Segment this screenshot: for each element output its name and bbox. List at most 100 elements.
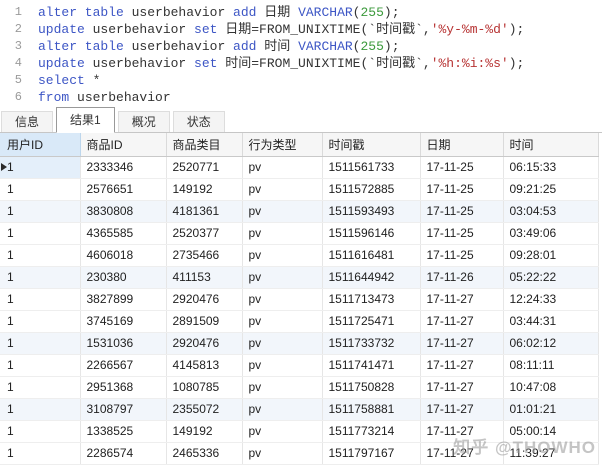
table-cell[interactable]: 4181361	[166, 200, 242, 222]
table-cell[interactable]: 1511644942	[322, 266, 420, 288]
table-cell[interactable]: 06:15:33	[503, 156, 598, 178]
column-header-用户ID[interactable]: 用户ID	[0, 133, 80, 156]
table-row[interactable]: 129513681080785pv151175082817-11-2710:47…	[0, 376, 598, 398]
table-row[interactable]: 131087972355072pv151175888117-11-2701:01…	[0, 398, 598, 420]
table-cell[interactable]: 3745169	[80, 310, 166, 332]
table-cell[interactable]: 1	[0, 222, 80, 244]
table-cell[interactable]: 06:02:12	[503, 332, 598, 354]
table-cell[interactable]: 2576651	[80, 178, 166, 200]
table-row[interactable]: 12576651149192pv151157288517-11-2509:21:…	[0, 178, 598, 200]
table-cell[interactable]: pv	[242, 310, 322, 332]
table-cell[interactable]: 1511596146	[322, 222, 420, 244]
table-cell[interactable]: 1511741471	[322, 354, 420, 376]
table-row[interactable]: 11338525149192pv151177321417-11-2705:00:…	[0, 420, 598, 442]
table-row[interactable]: 146060182735466pv151161648117-11-2509:28…	[0, 244, 598, 266]
table-cell[interactable]: 11:39:27	[503, 442, 598, 464]
table-cell[interactable]: 149192	[166, 178, 242, 200]
table-cell[interactable]: 03:04:53	[503, 200, 598, 222]
table-cell[interactable]: 411153	[166, 266, 242, 288]
table-cell[interactable]: pv	[242, 156, 322, 178]
table-cell[interactable]: 1	[0, 354, 80, 376]
table-cell[interactable]: 03:44:31	[503, 310, 598, 332]
table-cell[interactable]: 1	[0, 310, 80, 332]
table-cell[interactable]: 1531036	[80, 332, 166, 354]
table-cell[interactable]: 1511733732	[322, 332, 420, 354]
table-cell[interactable]: 230380	[80, 266, 166, 288]
table-row[interactable]: 122665674145813pv151174147117-11-2708:11…	[0, 354, 598, 376]
table-cell[interactable]: 1	[0, 442, 80, 464]
table-cell[interactable]: 1	[0, 288, 80, 310]
table-cell[interactable]: 1	[0, 376, 80, 398]
table-cell[interactable]: 1511616481	[322, 244, 420, 266]
table-cell[interactable]: 08:11:11	[503, 354, 598, 376]
table-cell[interactable]: pv	[242, 266, 322, 288]
table-cell[interactable]: 1511773214	[322, 420, 420, 442]
table-cell[interactable]: 1	[0, 420, 80, 442]
table-cell[interactable]: 2891509	[166, 310, 242, 332]
sql-editor[interactable]: 1alter table userbehavior add 日期 VARCHAR…	[0, 0, 602, 106]
table-cell[interactable]: 17-11-26	[420, 266, 503, 288]
table-cell[interactable]: 17-11-27	[420, 332, 503, 354]
column-header-时间戳[interactable]: 时间戳	[322, 133, 420, 156]
table-cell[interactable]: pv	[242, 332, 322, 354]
tab-结果1[interactable]: 结果1	[56, 107, 115, 133]
table-cell[interactable]: 1511713473	[322, 288, 420, 310]
table-cell[interactable]: 3830808	[80, 200, 166, 222]
table-cell[interactable]: 10:47:08	[503, 376, 598, 398]
table-cell[interactable]: 01:01:21	[503, 398, 598, 420]
table-cell[interactable]: 1	[0, 398, 80, 420]
table-cell[interactable]: pv	[242, 178, 322, 200]
tab-状态[interactable]: 状态	[173, 111, 225, 132]
table-cell[interactable]: 149192	[166, 420, 242, 442]
table-cell[interactable]: 2266567	[80, 354, 166, 376]
table-cell[interactable]: pv	[242, 200, 322, 222]
table-cell[interactable]: 1511561733	[322, 156, 420, 178]
column-header-时间[interactable]: 时间	[503, 133, 598, 156]
table-cell[interactable]: 2520771	[166, 156, 242, 178]
table-cell[interactable]: pv	[242, 442, 322, 464]
table-cell[interactable]: 2465336	[166, 442, 242, 464]
table-cell[interactable]: 17-11-27	[420, 442, 503, 464]
table-cell[interactable]: 17-11-27	[420, 398, 503, 420]
column-header-日期[interactable]: 日期	[420, 133, 503, 156]
table-cell[interactable]: 09:28:01	[503, 244, 598, 266]
table-cell[interactable]: 1511725471	[322, 310, 420, 332]
table-cell[interactable]: 03:49:06	[503, 222, 598, 244]
table-cell[interactable]: 4365585	[80, 222, 166, 244]
table-row[interactable]: 115310362920476pv151173373217-11-2706:02…	[0, 332, 598, 354]
table-cell[interactable]: pv	[242, 420, 322, 442]
table-cell[interactable]: pv	[242, 376, 322, 398]
table-cell[interactable]: pv	[242, 354, 322, 376]
column-header-行为类型[interactable]: 行为类型	[242, 133, 322, 156]
column-header-商品类目[interactable]: 商品类目	[166, 133, 242, 156]
table-row[interactable]: 143655852520377pv151159614617-11-2503:49…	[0, 222, 598, 244]
table-cell[interactable]: 2951368	[80, 376, 166, 398]
table-cell[interactable]: 17-11-27	[420, 376, 503, 398]
tab-概况[interactable]: 概况	[118, 111, 170, 132]
table-cell[interactable]: 17-11-25	[420, 178, 503, 200]
table-cell[interactable]: 17-11-27	[420, 354, 503, 376]
table-cell[interactable]: 2520377	[166, 222, 242, 244]
table-cell[interactable]: 1	[0, 244, 80, 266]
table-cell[interactable]: 12:24:33	[503, 288, 598, 310]
table-cell[interactable]: 1511758881	[322, 398, 420, 420]
table-cell[interactable]: pv	[242, 222, 322, 244]
table-cell[interactable]: 4606018	[80, 244, 166, 266]
table-row[interactable]: 137451692891509pv151172547117-11-2703:44…	[0, 310, 598, 332]
table-cell[interactable]: 1511593493	[322, 200, 420, 222]
table-cell[interactable]: 1511750828	[322, 376, 420, 398]
table-cell[interactable]: 1511797167	[322, 442, 420, 464]
table-cell[interactable]: 2286574	[80, 442, 166, 464]
table-cell[interactable]: 1338525	[80, 420, 166, 442]
table-row[interactable]: 1230380411153pv151164494217-11-2605:22:2…	[0, 266, 598, 288]
table-cell[interactable]: 17-11-25	[420, 222, 503, 244]
table-cell[interactable]: 2920476	[166, 288, 242, 310]
table-cell[interactable]: 17-11-27	[420, 420, 503, 442]
table-cell[interactable]: 4145813	[166, 354, 242, 376]
table-cell[interactable]: 17-11-25	[420, 156, 503, 178]
table-cell[interactable]: 2920476	[166, 332, 242, 354]
table-cell[interactable]: pv	[242, 288, 322, 310]
table-row[interactable]: 138278992920476pv151171347317-11-2712:24…	[0, 288, 598, 310]
table-cell[interactable]: 17-11-27	[420, 288, 503, 310]
table-row[interactable]: 123333462520771pv151156173317-11-2506:15…	[0, 156, 598, 178]
